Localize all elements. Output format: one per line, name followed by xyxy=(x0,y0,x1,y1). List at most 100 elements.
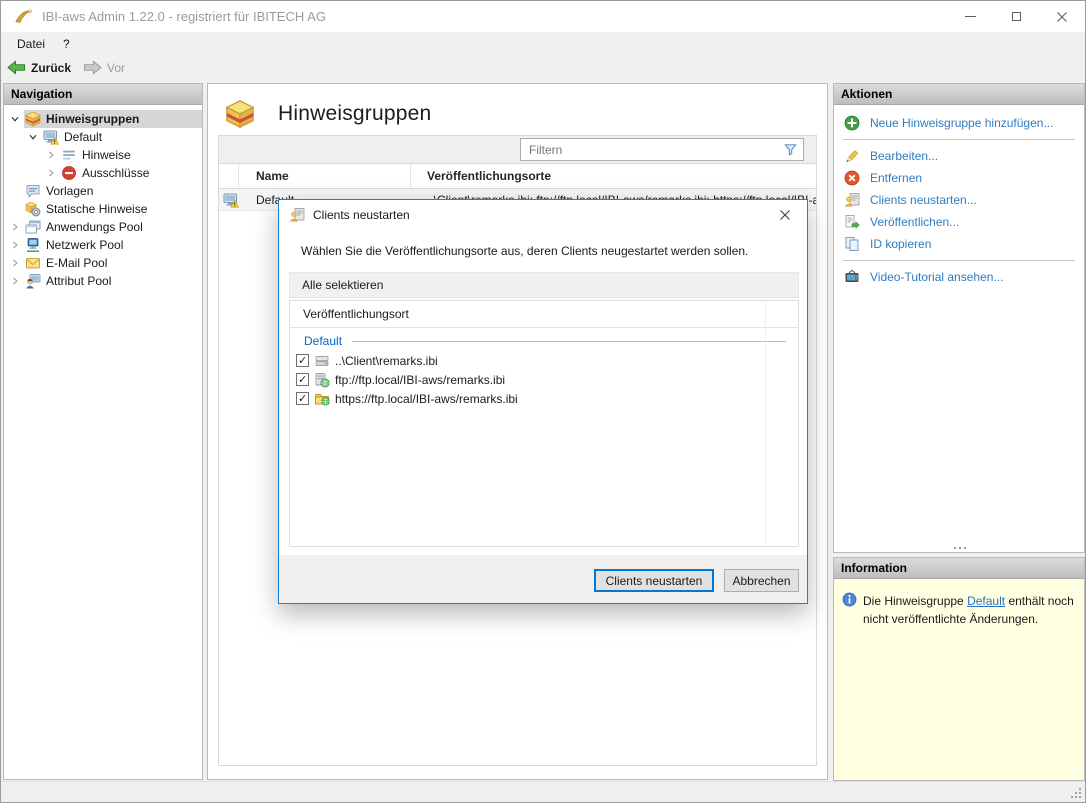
default-link[interactable]: Default xyxy=(967,594,1005,608)
column-separator xyxy=(765,301,766,546)
action-entfernen[interactable]: Entfernen xyxy=(834,167,1084,189)
monitor-warning-icon xyxy=(43,129,59,145)
list-item[interactable]: ftp://ftp.local/IBI-aws/remarks.ibi xyxy=(290,370,798,389)
package-icon xyxy=(225,99,255,129)
chevron-right-icon[interactable] xyxy=(10,275,24,287)
separator xyxy=(843,260,1075,261)
action-bearbeiten[interactable]: Bearbeiten... xyxy=(834,145,1084,167)
action-label: Neue Hinweisgruppe hinzufügen... xyxy=(870,116,1053,130)
menu-item-datei[interactable]: Datei xyxy=(8,32,54,56)
action-clients-neustarten[interactable]: Clients neustarten... xyxy=(834,189,1084,211)
action-id-kopieren[interactable]: ID kopieren xyxy=(834,233,1084,255)
forward-arrow-icon xyxy=(83,59,102,76)
copy-icon xyxy=(844,236,860,252)
nav-item-label: E-Mail Pool xyxy=(46,256,107,270)
filter-funnel-icon[interactable] xyxy=(783,142,798,157)
chevron-down-icon[interactable] xyxy=(28,131,42,143)
back-arrow-icon xyxy=(7,59,26,76)
web-folder-icon xyxy=(314,391,330,407)
checkbox-checked[interactable] xyxy=(296,354,309,367)
nav-item-email-pool[interactable]: E-Mail Pool xyxy=(4,254,202,272)
information-panel: Information Die Hinweisgruppe Default en… xyxy=(833,557,1085,781)
back-button[interactable]: Zurück xyxy=(1,56,77,79)
exclude-icon xyxy=(61,165,77,181)
nav-item-label: Anwendungs Pool xyxy=(46,220,143,234)
nav-item-ausschluesse[interactable]: Ausschlüsse xyxy=(4,164,202,182)
list-item[interactable]: ..\Client\remarks.ibi xyxy=(290,351,798,370)
orte-column-header[interactable]: Veröffentlichungsorte xyxy=(411,164,816,188)
resize-grip[interactable] xyxy=(1079,796,1081,798)
package-icon xyxy=(25,111,41,127)
select-all-bar[interactable]: Alle selektieren xyxy=(289,272,799,298)
splitter-handle[interactable] xyxy=(959,547,961,549)
navigation-tree: Hinweisgruppen Default Hinweise Ausschlü… xyxy=(4,105,202,290)
restart-clients-icon xyxy=(844,192,860,208)
chevron-right-icon[interactable] xyxy=(46,167,60,179)
close-button[interactable] xyxy=(1039,1,1085,32)
nav-item-anwendungs-pool[interactable]: Anwendungs Pool xyxy=(4,218,202,236)
maximize-icon xyxy=(1012,12,1021,21)
app-window: IBI-aws Admin 1.22.0 - registriert für I… xyxy=(0,0,1086,803)
notes-icon xyxy=(61,147,77,163)
chevron-down-icon[interactable] xyxy=(10,113,24,125)
nav-item-label: Attribut Pool xyxy=(46,274,111,288)
minimize-button[interactable] xyxy=(947,1,993,32)
close-icon xyxy=(777,207,793,223)
filter-input[interactable] xyxy=(520,138,804,161)
icon-column-header xyxy=(219,164,239,188)
ftp-server-icon xyxy=(314,372,330,388)
nav-item-label: Hinweise xyxy=(82,148,131,162)
video-icon xyxy=(844,269,860,285)
abbrechen-button[interactable]: Abbrechen xyxy=(724,569,799,592)
window-title: IBI-aws Admin 1.22.0 - registriert für I… xyxy=(42,9,326,24)
list-column-header[interactable]: Veröffentlichungsort xyxy=(290,301,798,328)
nav-item-netzwerk-pool[interactable]: Netzwerk Pool xyxy=(4,236,202,254)
action-veroeffentlichen[interactable]: Veröffentlichen... xyxy=(834,211,1084,233)
dialog-footer: Clients neustarten Abbrechen xyxy=(279,555,807,603)
action-label: Bearbeiten... xyxy=(870,149,938,163)
nav-item-vorlagen[interactable]: Vorlagen xyxy=(4,182,202,200)
chevron-right-icon[interactable] xyxy=(10,257,24,269)
info-icon xyxy=(842,592,857,607)
page-heading: Hinweisgruppen xyxy=(208,84,827,129)
list-item-label: https://ftp.local/IBI-aws/remarks.ibi xyxy=(335,392,518,406)
minimize-icon xyxy=(965,16,976,17)
nav-item-hinweise[interactable]: Hinweise xyxy=(4,146,202,164)
menu-item-help[interactable]: ? xyxy=(54,32,79,56)
nav-item-label: Ausschlüsse xyxy=(82,166,149,180)
chevron-right-icon[interactable] xyxy=(10,239,24,251)
info-text-before: Die Hinweisgruppe xyxy=(863,594,964,608)
nav-item-attribut-pool[interactable]: Attribut Pool xyxy=(4,272,202,290)
nav-item-statische-hinweise[interactable]: Statische Hinweise xyxy=(4,200,202,218)
action-video-tutorial[interactable]: Video-Tutorial ansehen... xyxy=(834,266,1084,288)
nav-item-label: Default xyxy=(64,130,102,144)
checkbox-checked[interactable] xyxy=(296,392,309,405)
chevron-right-icon[interactable] xyxy=(10,221,24,233)
clients-neustarten-button[interactable]: Clients neustarten xyxy=(594,569,714,592)
template-icon xyxy=(25,183,41,199)
action-label: Entfernen xyxy=(870,171,922,185)
edit-icon xyxy=(844,148,860,164)
list-item[interactable]: https://ftp.local/IBI-aws/remarks.ibi xyxy=(290,389,798,408)
nav-item-default[interactable]: Default xyxy=(4,128,202,146)
nav-item-label: Netzwerk Pool xyxy=(46,238,123,252)
forward-label: Vor xyxy=(107,61,125,75)
forward-button[interactable]: Vor xyxy=(77,56,131,79)
chevron-right-icon[interactable] xyxy=(46,149,60,161)
remove-icon xyxy=(844,170,860,186)
app-logo-icon xyxy=(14,8,33,25)
nav-item-label: Vorlagen xyxy=(46,184,93,198)
checkbox-checked[interactable] xyxy=(296,373,309,386)
dialog-close-button[interactable] xyxy=(762,200,807,230)
separator xyxy=(843,139,1075,140)
nav-item-hinweisgruppen[interactable]: Hinweisgruppen xyxy=(4,110,202,128)
attribute-icon xyxy=(25,273,41,289)
list-item-label: ftp://ftp.local/IBI-aws/remarks.ibi xyxy=(335,373,505,387)
list-item-label: ..\Client\remarks.ibi xyxy=(335,354,438,368)
action-add-hinweisgruppe[interactable]: Neue Hinweisgruppe hinzufügen... xyxy=(834,112,1084,134)
expander-spacer xyxy=(10,203,24,215)
name-column-header[interactable]: Name xyxy=(239,164,411,188)
maximize-button[interactable] xyxy=(993,1,1039,32)
information-text: Die Hinweisgruppe Default enthält noch n… xyxy=(863,592,1074,628)
table-header: Name Veröffentlichungsorte xyxy=(219,164,816,189)
